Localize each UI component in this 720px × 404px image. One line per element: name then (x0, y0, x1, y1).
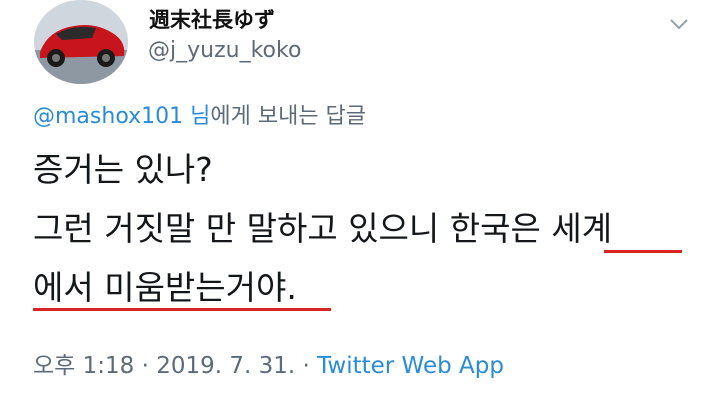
highlight-underline-1 (604, 250, 682, 253)
reply-context-text: 에게 보내는 답글 (210, 104, 367, 129)
meta-separator: · (295, 353, 318, 379)
tweet-line-2: 그런 거짓말 만 말하고 있으니 한국은 세계 (33, 209, 613, 248)
tweet-source-link[interactable]: Twitter Web App (317, 353, 504, 379)
highlight-underline-2 (33, 308, 331, 311)
user-handle[interactable]: @j_yuzu_koko (148, 38, 301, 63)
tweet-date[interactable]: 2019. 7. 31. (156, 353, 295, 379)
meta-separator: · (134, 353, 157, 379)
red-sports-car-image (34, 0, 128, 84)
reply-mention-link[interactable]: @mashox101 (33, 104, 183, 129)
tweet-time[interactable]: 오후 1:18 (33, 353, 134, 379)
chevron-down-icon[interactable] (668, 12, 690, 34)
display-name[interactable]: 週末社長ゆず (149, 4, 275, 34)
reply-honorific: 님 (190, 104, 211, 129)
avatar[interactable] (34, 0, 128, 84)
tweet-metadata: 오후 1:18 · 2019. 7. 31. · Twitter Web App (33, 346, 504, 380)
tweet-text: 증거는 있나? 그런 거짓말 만 말하고 있으니 한국은 세계 에서 미움받는거… (33, 140, 612, 317)
reply-context: @mashox101 님에게 보내는 답글 (33, 98, 366, 130)
tweet-line-1: 증거는 있나? (33, 150, 213, 189)
